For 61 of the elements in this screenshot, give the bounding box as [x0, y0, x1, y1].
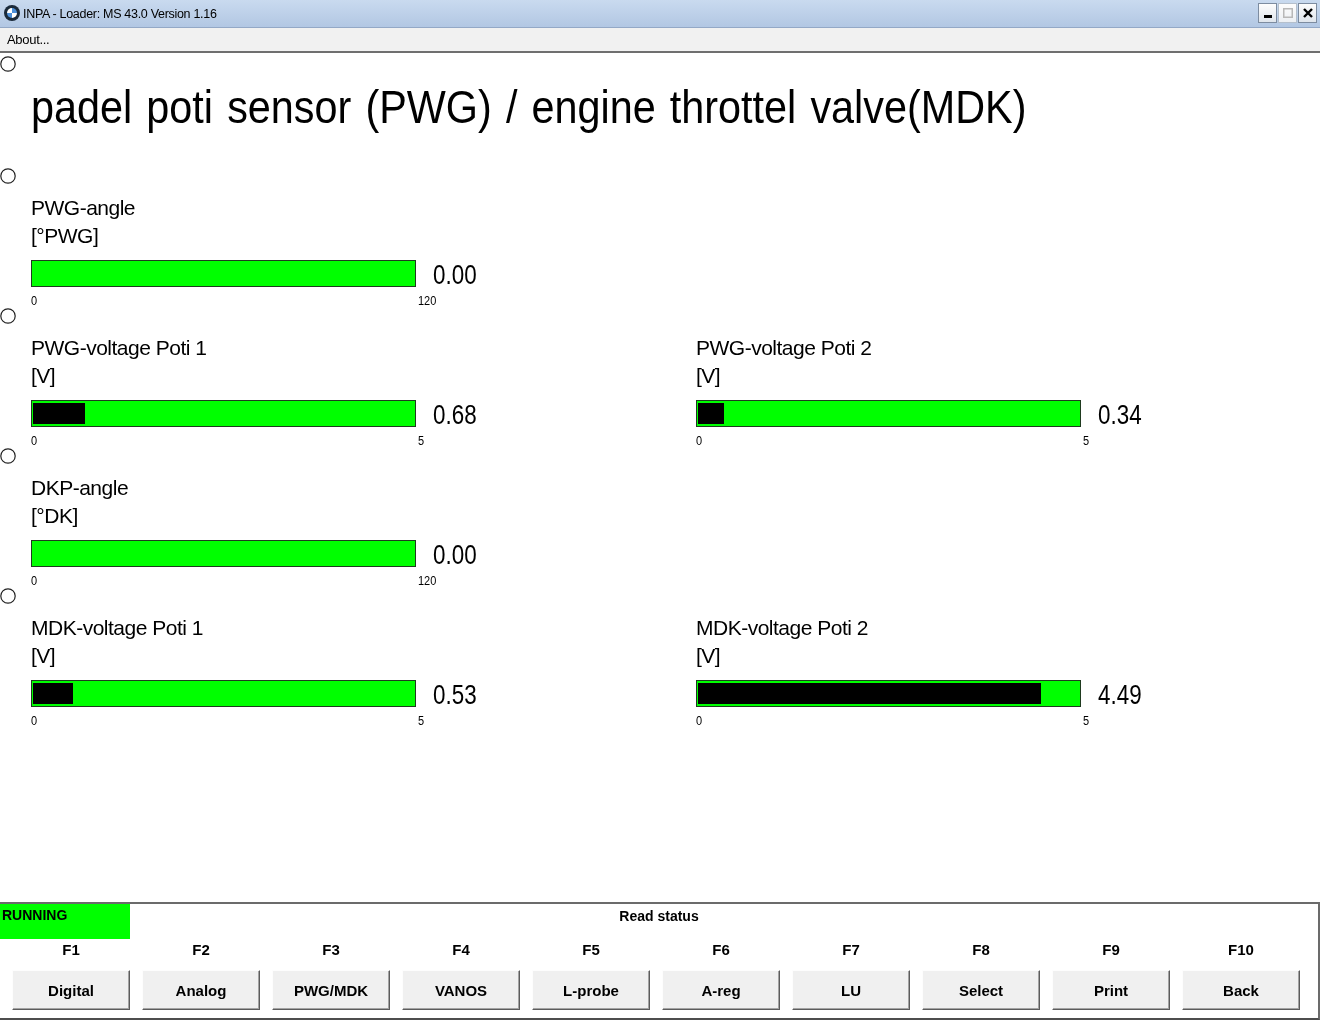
unit-label: [V] — [696, 643, 721, 669]
scale-max-label: 120 — [418, 572, 437, 589]
close-icon — [1302, 8, 1313, 18]
close-button[interactable] — [1298, 3, 1317, 23]
meter-reading: 4.49 — [1098, 681, 1142, 709]
scale-max-label: 120 — [418, 292, 437, 309]
function-button[interactable]: A-reg — [662, 970, 780, 1010]
scale-max-label: 5 — [1083, 712, 1090, 729]
function-button[interactable]: VANOS — [402, 970, 520, 1010]
scale-max-label: 5 — [418, 712, 425, 729]
meter-reading: 0.34 — [1098, 401, 1142, 429]
function-key-label: F2 — [192, 940, 210, 960]
meter-label: MDK-voltage Poti 2 — [696, 615, 868, 641]
meter-reading: 0.00 — [433, 261, 477, 289]
status-indicator: RUNNING — [0, 904, 130, 939]
quartered-circle-icon — [4, 5, 20, 21]
function-key-label: F9 — [1102, 940, 1120, 960]
unit-label: [V] — [31, 363, 56, 389]
page-heading: padel poti sensor (PWG) / engine throttel valve(MDK) — [31, 80, 1027, 134]
function-key-label: F3 — [322, 940, 340, 960]
function-button[interactable]: Digital — [12, 970, 130, 1010]
function-key-label: F5 — [582, 940, 600, 960]
function-key-label: F4 — [452, 940, 470, 960]
function-button[interactable]: Analog — [142, 970, 260, 1010]
scale-min-label: 0 — [31, 712, 38, 729]
function-key-label: F6 — [712, 940, 730, 960]
meter-reading: 0.68 — [433, 401, 477, 429]
function-button[interactable]: Back — [1182, 970, 1300, 1010]
unit-label: [V] — [696, 363, 721, 389]
function-button[interactable]: LU — [792, 970, 910, 1010]
scale-min-label: 0 — [31, 572, 38, 589]
function-button[interactable]: Print — [1052, 970, 1170, 1010]
function-button[interactable]: PWG/MDK — [272, 970, 390, 1010]
window-title: INPA - Loader: MS 43.0 Version 1.16 — [23, 6, 217, 22]
scale-min-label: 0 — [696, 432, 703, 449]
scale-min-label: 0 — [31, 432, 38, 449]
scale-max-label: 5 — [1083, 432, 1090, 449]
function-key-label: F8 — [972, 940, 990, 960]
unit-label: [°DK] — [31, 503, 78, 529]
function-key-label: F7 — [842, 940, 860, 960]
meter-label: PWG-voltage Poti 2 — [696, 335, 872, 361]
meter-reading: 0.53 — [433, 681, 477, 709]
scale-max-label: 5 — [418, 432, 425, 449]
status-message: Read status — [619, 908, 699, 924]
function-key-label: F1 — [62, 940, 80, 960]
minimize-button[interactable] — [1258, 3, 1277, 23]
unit-label: [°PWG] — [31, 223, 99, 249]
meter-label: MDK-voltage Poti 1 — [31, 615, 203, 641]
function-key-label: F10 — [1228, 940, 1254, 960]
meter-reading: 0.00 — [433, 541, 477, 569]
scale-min-label: 0 — [696, 712, 703, 729]
function-button[interactable]: Select — [922, 970, 1040, 1010]
unit-label: [V] — [31, 643, 56, 669]
menu-item[interactable]: About... — [4, 31, 53, 48]
meter-label: DKP-angle — [31, 475, 129, 501]
scale-min-label: 0 — [31, 292, 38, 309]
minimize-icon — [1263, 15, 1272, 18]
meter-label: PWG-angle — [31, 195, 136, 221]
maximize-icon — [1282, 8, 1293, 18]
meter-label: PWG-voltage Poti 1 — [31, 335, 207, 361]
function-button[interactable]: L-probe — [532, 970, 650, 1010]
